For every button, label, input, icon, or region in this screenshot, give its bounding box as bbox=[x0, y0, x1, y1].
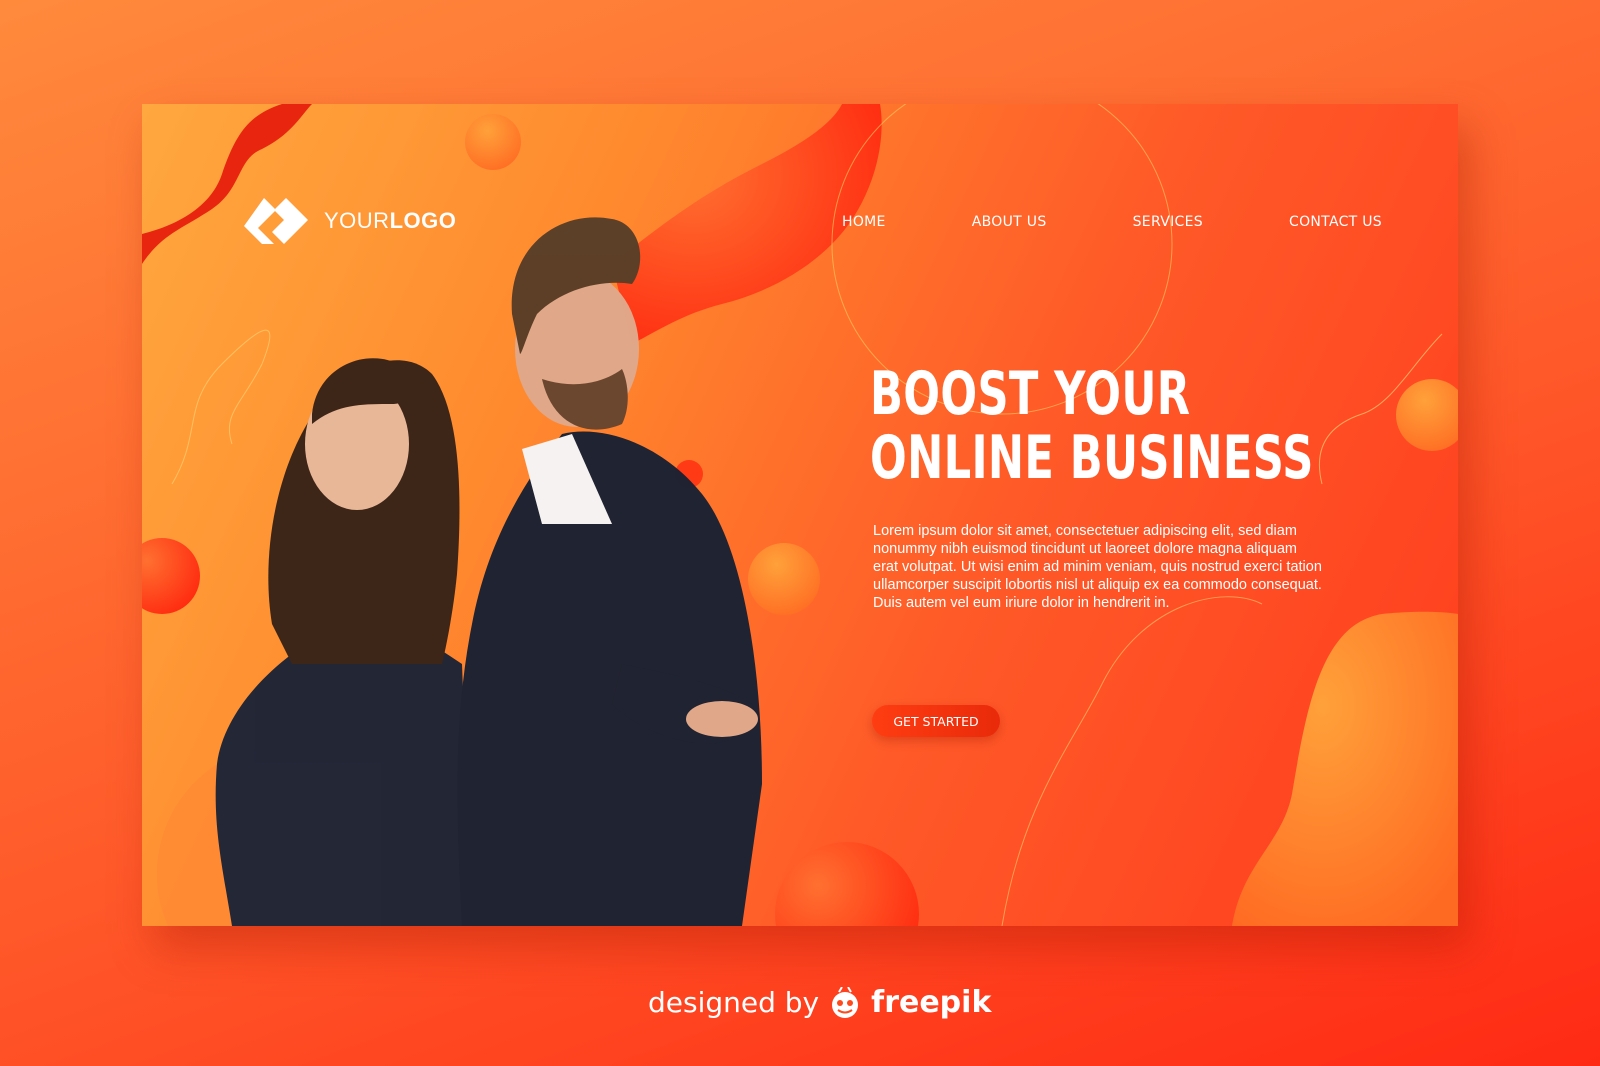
hero-headline: BOOST YOUR ONLINE BUSINESS bbox=[870, 362, 1314, 490]
freepik-mascot-icon bbox=[832, 986, 859, 1018]
circle-mid bbox=[748, 543, 820, 615]
nav-contact-us[interactable]: CONTACT US bbox=[1289, 214, 1382, 230]
landing-page-card: YOURLOGO HOME ABOUT US SERVICES CONTACT … bbox=[142, 104, 1458, 926]
bottom-mid-circle bbox=[775, 842, 919, 926]
logo-text-regular: YOUR bbox=[324, 208, 390, 233]
hero-body-text: Lorem ipsum dolor sit amet, consectetuer… bbox=[873, 523, 1322, 611]
credit-prefix: designed by bbox=[648, 986, 820, 1019]
headline-line-2: ONLINE BUSINESS bbox=[870, 423, 1314, 493]
circle-right bbox=[1396, 379, 1458, 451]
man-figure bbox=[457, 431, 762, 926]
nav-home[interactable]: HOME bbox=[842, 214, 886, 230]
get-started-button[interactable]: GET STARTED bbox=[872, 705, 1000, 737]
logo[interactable]: YOURLOGO bbox=[242, 196, 456, 246]
credit-brand: freepik bbox=[871, 985, 992, 1020]
diamond-logo-icon bbox=[244, 198, 308, 244]
woman-figure bbox=[215, 624, 472, 926]
main-nav: HOME ABOUT US SERVICES CONTACT US bbox=[842, 214, 1382, 230]
logo-text-bold: LOGO bbox=[389, 208, 457, 233]
outline-wave-bottom bbox=[1001, 596, 1263, 926]
nav-services[interactable]: SERVICES bbox=[1133, 214, 1203, 230]
bottom-right-blob bbox=[1232, 611, 1458, 926]
logo-text: YOURLOGO bbox=[324, 208, 456, 234]
headline-line-1: BOOST YOUR bbox=[870, 359, 1191, 429]
nav-about-us[interactable]: ABOUT US bbox=[972, 214, 1047, 230]
business-people-photo bbox=[215, 217, 762, 926]
circle-left-red bbox=[142, 538, 200, 614]
circle-top bbox=[465, 114, 521, 170]
outline-squiggle-left bbox=[171, 329, 271, 485]
credit-footer[interactable]: designed by freepik bbox=[648, 985, 991, 1020]
